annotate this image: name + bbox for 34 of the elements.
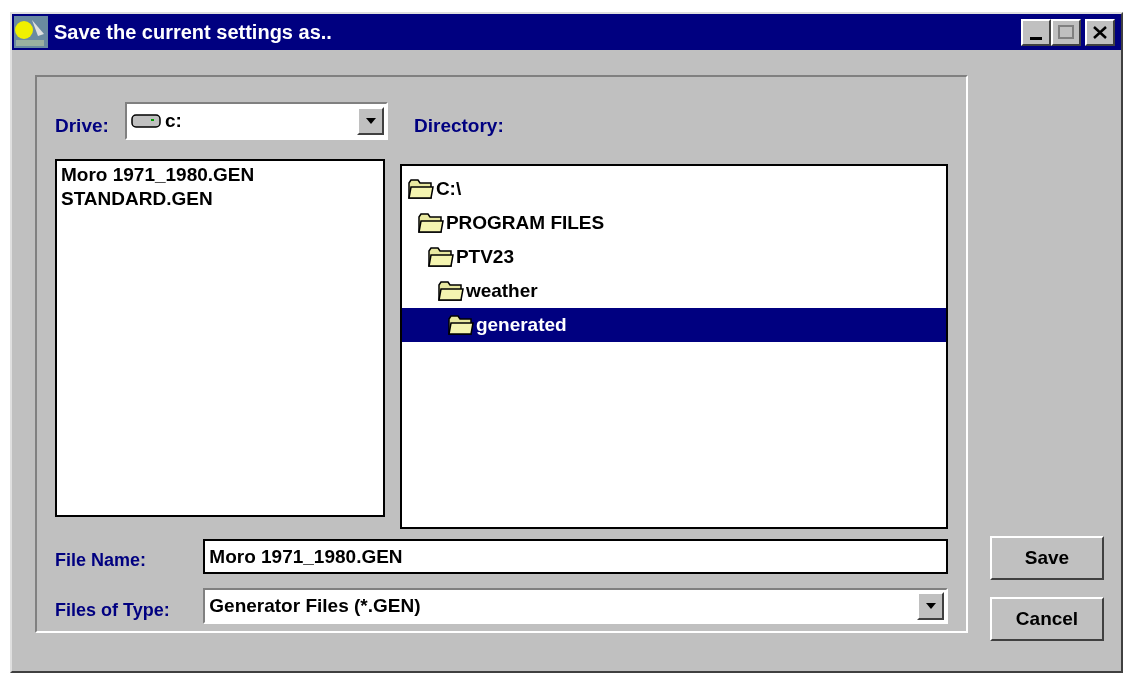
caret-icon (364, 117, 377, 125)
file-item[interactable]: STANDARD.GEN (57, 187, 383, 211)
app-icon (14, 16, 48, 48)
dropdown-button[interactable] (917, 592, 944, 620)
caret-icon (924, 602, 937, 610)
file-item[interactable]: Moro 1971_1980.GEN (57, 163, 383, 187)
dropdown-button[interactable] (357, 107, 384, 135)
tree-item[interactable]: C:\ (401, 172, 946, 206)
file-type-dropdown[interactable]: Generator Files (*.GEN) (203, 588, 948, 624)
directory-label: Directory: (414, 113, 504, 138)
close-button[interactable] (1085, 18, 1115, 46)
window-title: Save the current settings as.. (54, 20, 333, 45)
folder-icon (437, 280, 464, 302)
tree-item[interactable]: PTV23 (401, 240, 946, 274)
file-type-label: Files of Type: (55, 599, 171, 622)
folder-icon (427, 246, 454, 268)
file-type-value: Generator Files (*.GEN) (209, 593, 422, 618)
file-name-field[interactable]: Moro 1971_1980.GEN (203, 539, 948, 574)
cancel-button[interactable]: Cancel (990, 597, 1104, 641)
drive-icon (131, 113, 161, 129)
file-name-label: File Name: (55, 549, 148, 572)
maximize-button[interactable] (1051, 18, 1081, 46)
close-icon (1093, 25, 1107, 39)
drive-dropdown[interactable]: c: (125, 102, 388, 140)
tree-item[interactable]: generated (401, 308, 946, 342)
folder-icon (407, 178, 434, 200)
drive-value: c: (165, 108, 183, 133)
save-button[interactable]: Save (990, 536, 1104, 580)
minimize-button[interactable] (1021, 18, 1051, 46)
folder-icon (417, 212, 444, 234)
tree-item[interactable]: weather (401, 274, 946, 308)
folder-icon (447, 314, 474, 336)
drive-label: Drive: (55, 113, 110, 138)
tree-item[interactable]: PROGRAM FILES (401, 206, 946, 240)
